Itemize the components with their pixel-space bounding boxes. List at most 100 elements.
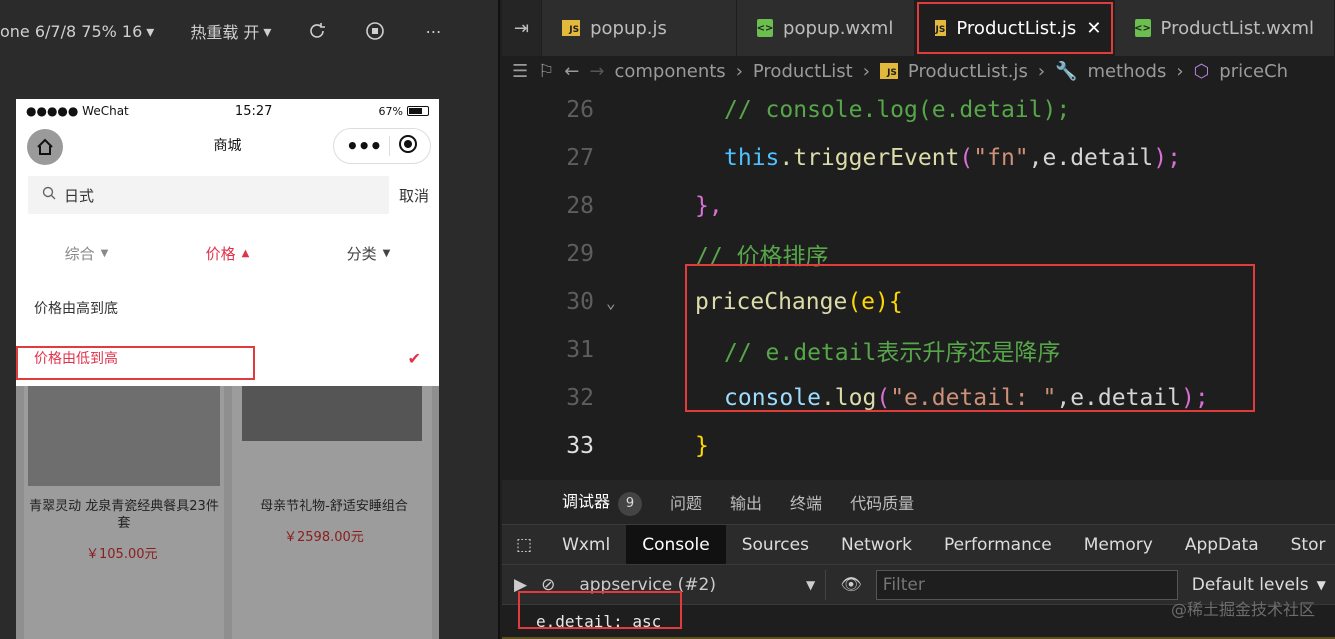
sort-tab-general[interactable]: 综合 ▼: [65, 243, 109, 264]
tab-productlist-js[interactable]: JS ProductList.js ✕: [914, 0, 1115, 56]
triangle-down-icon: ▼: [1316, 577, 1326, 592]
product-image: [242, 386, 422, 441]
battery-text: 67%: [379, 105, 429, 118]
product-price: ￥2598.00元: [284, 530, 364, 545]
code-text: },: [695, 193, 723, 219]
tab-popup-js[interactable]: JS popup.js: [542, 0, 738, 56]
tab-memory[interactable]: Memory: [1068, 525, 1169, 564]
nav-title: 商城: [213, 138, 242, 154]
search-value: 日式: [64, 186, 95, 205]
option-label: 价格由高到底: [34, 301, 118, 317]
product-card[interactable]: 青翠灵动 龙泉青瓷经典餐具23件套 ￥105.00元: [24, 386, 224, 639]
forward-arrow-icon[interactable]: →: [589, 61, 604, 82]
product-card[interactable]: 母亲节礼物-舒适安睡组合 ￥2598.00元: [232, 386, 432, 639]
tab-console[interactable]: Console: [626, 525, 726, 564]
battery-level: 67%: [378, 104, 403, 118]
tab-productlist-wxml[interactable]: <> ProductList.wxml: [1114, 0, 1335, 56]
line-number: 30: [566, 289, 594, 315]
breadcrumb-item[interactable]: methods: [1087, 61, 1166, 82]
search-icon: [42, 186, 56, 204]
app-root: one 6/7/8 75% 16 ▾ 热重载 开 ▾ ⋯ ●●●●● WeCha…: [0, 0, 1335, 639]
device-select[interactable]: one 6/7/8 75% 16 ▾: [0, 22, 154, 41]
tab-code-quality[interactable]: 代码质量: [850, 490, 914, 514]
editor-tabs: ⇥ JS popup.js <> popup.wxml JS ProductLi…: [502, 0, 1335, 56]
tab-label: ProductList.js: [956, 17, 1077, 39]
search-row: 日式 取消: [16, 167, 439, 223]
close-icon[interactable]: ✕: [1086, 18, 1101, 39]
list-icon[interactable]: ☰: [512, 61, 528, 82]
bookmark-icon[interactable]: ⚐: [538, 61, 554, 82]
hot-reload-toggle[interactable]: 热重载 开 ▾: [190, 19, 271, 43]
stop-icon[interactable]: [365, 21, 385, 41]
line-number: 32: [566, 385, 594, 411]
fold-chevron-icon[interactable]: ⌄: [606, 293, 616, 312]
code-area[interactable]: 26 // console.log(e.detail); 27 this.tri…: [502, 86, 1335, 480]
refresh-icon[interactable]: [307, 21, 327, 41]
status-bar: ●●●●● WeChat 15:27 67%: [16, 99, 439, 123]
sort-tab-label: 综合: [64, 244, 95, 263]
wxml-file-icon: <>: [757, 19, 773, 37]
line-number: 28: [566, 193, 594, 219]
tab-wxml[interactable]: Wxml: [546, 525, 626, 564]
tab-performance[interactable]: Performance: [928, 525, 1068, 564]
log-levels-select[interactable]: Default levels ▼: [1192, 575, 1326, 595]
triangle-down-icon: ▼: [805, 577, 816, 592]
chevron-right-icon: ›: [862, 60, 870, 82]
tab-sources[interactable]: Sources: [726, 525, 825, 564]
tab-terminal[interactable]: 终端: [790, 490, 822, 514]
breadcrumb-item[interactable]: ProductList: [753, 61, 853, 82]
tab-output[interactable]: 输出: [730, 490, 762, 514]
device-label: one 6/7/8 75% 16: [0, 21, 143, 41]
js-file-icon: JS: [879, 63, 898, 79]
eye-icon[interactable]: 👁: [840, 575, 862, 595]
highlight-box: [518, 591, 682, 629]
count-badge: 9: [618, 491, 643, 516]
product-grid: 青翠灵动 龙泉青瓷经典餐具23件套 ￥105.00元 母亲节礼物-舒适安睡组合 …: [16, 386, 439, 639]
tab-appdata[interactable]: AppData: [1169, 525, 1275, 564]
debugger-tabs: 调试器 9 问题 输出 终端 代码质量: [502, 480, 1335, 525]
chevron-right-icon: ›: [1176, 60, 1184, 82]
triangle-up-icon: ▲: [241, 247, 250, 259]
inspect-icon[interactable]: ⬚: [502, 525, 546, 564]
back-arrow-icon[interactable]: ←: [564, 61, 579, 82]
chevron-right-icon: ›: [735, 60, 743, 82]
watermark: @稀土掘金技术社区: [1170, 600, 1315, 619]
simulator-toolbar: one 6/7/8 75% 16 ▾ 热重载 开 ▾ ⋯: [0, 0, 498, 62]
devtools-tabs: ⬚ Wxml Console Sources Network Performan…: [502, 525, 1335, 565]
code-text: // console.log(e.detail);: [724, 97, 1071, 123]
product-title: 青翠灵动 龙泉青瓷经典餐具23件套: [29, 499, 219, 531]
sort-tab-price[interactable]: 价格 ▲: [206, 243, 250, 264]
more-dots-icon[interactable]: •••: [346, 134, 382, 158]
more-icon[interactable]: ⋯: [423, 21, 443, 41]
split-editor-icon[interactable]: ⇥: [502, 0, 543, 56]
cancel-button[interactable]: 取消: [399, 185, 429, 206]
line-number: 31: [566, 337, 594, 363]
highlight-box: [16, 346, 255, 380]
breadcrumb-item[interactable]: priceCh: [1219, 61, 1288, 82]
breadcrumb-item[interactable]: ProductList.js: [908, 61, 1028, 82]
code-text: }: [695, 433, 709, 459]
code-line: 28 },: [502, 182, 1335, 230]
close-miniprogram-icon[interactable]: [398, 134, 418, 158]
cube-icon: ⬡: [1193, 60, 1210, 82]
sort-tab-label: 价格: [205, 244, 236, 263]
js-file-icon: JS: [934, 20, 947, 36]
code-editor: ⇥ JS popup.js <> popup.wxml JS ProductLi…: [502, 0, 1335, 480]
code-line: 33 }: [502, 422, 1335, 470]
search-input[interactable]: 日式: [28, 176, 389, 214]
breadcrumb-item[interactable]: components: [614, 61, 725, 82]
code-line: 27 this.triggerEvent("fn",e.detail);: [502, 134, 1335, 182]
tab-popup-wxml[interactable]: <> popup.wxml: [737, 0, 915, 56]
filter-input[interactable]: [875, 569, 1178, 600]
tab-storage[interactable]: Stor: [1275, 525, 1335, 564]
tab-problems[interactable]: 问题: [670, 490, 702, 514]
tab-debugger[interactable]: 调试器 9: [562, 488, 643, 516]
wrench-icon: 🔧: [1055, 60, 1078, 82]
sort-tab-category[interactable]: 分类 ▼: [347, 243, 391, 264]
tab-network[interactable]: Network: [825, 525, 928, 564]
dropdown-option-desc[interactable]: 价格由高到底: [16, 283, 439, 333]
sort-bar: 综合 ▼ 价格 ▲ 分类 ▼: [16, 223, 439, 283]
chevron-right-icon: ›: [1037, 60, 1046, 82]
tab-label: popup.js: [590, 17, 667, 39]
home-icon[interactable]: [27, 129, 63, 165]
